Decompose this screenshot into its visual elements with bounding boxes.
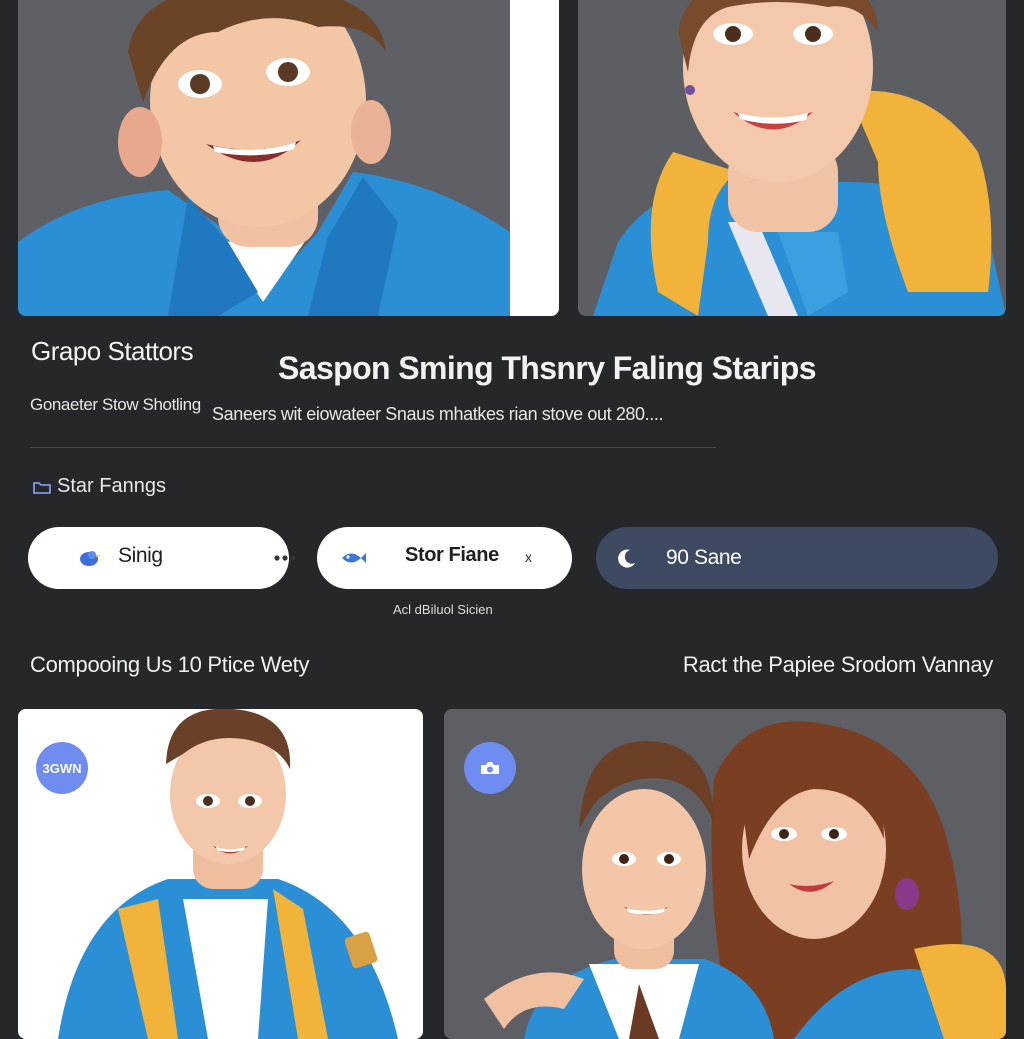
camera-icon	[481, 762, 499, 774]
portrait-young-man-image	[18, 0, 559, 316]
page-title: Saspon Sming Thsnry Faling Starips	[278, 350, 817, 386]
pill-caption: Acl dBiluol Sicien	[393, 602, 493, 617]
section-header[interactable]: Star Fanngs	[33, 475, 166, 498]
card-badge[interactable]	[464, 742, 516, 794]
photo-card-bottom-right[interactable]	[444, 709, 1006, 1039]
photo-card-top-left[interactable]	[18, 0, 559, 316]
card-badge[interactable]: 3GWN	[36, 742, 88, 794]
pill-label: Stor Fiane	[405, 544, 499, 566]
page-subtitle: Saneers wit eiowateer Snaus mhatkes rian…	[212, 404, 664, 424]
portrait-smiling-woman-image	[578, 0, 1006, 316]
pill-label: 90 Sane	[666, 546, 742, 569]
divider	[30, 447, 716, 448]
portrait-couple-image	[444, 709, 1006, 1039]
left-title: Grapo Stattors	[31, 336, 194, 366]
pill-label: Sinig	[118, 544, 163, 567]
row-label-left[interactable]: Compooing Us 10 Ptice Wety	[30, 652, 309, 678]
bird-icon	[80, 551, 101, 566]
row-label-right[interactable]: Ract the Papiee Srodom Vannay	[683, 652, 993, 678]
filter-pill-90-sane[interactable]: 90 Sane	[596, 527, 998, 589]
left-subtitle: Gonaeter Stow Shotling	[30, 395, 201, 414]
folder-icon	[33, 481, 51, 494]
close-icon[interactable]: x	[525, 549, 532, 565]
section-label: Star Fanngs	[57, 475, 166, 497]
more-dots-icon[interactable]	[272, 551, 298, 565]
filter-pill-stor-fiane[interactable]: Stor Fiane x	[317, 527, 572, 589]
moon-icon	[618, 549, 635, 568]
filter-pill-sinig[interactable]: Sinig	[28, 527, 296, 589]
photo-card-top-right[interactable]	[578, 0, 1006, 316]
fish-icon	[342, 553, 366, 563]
